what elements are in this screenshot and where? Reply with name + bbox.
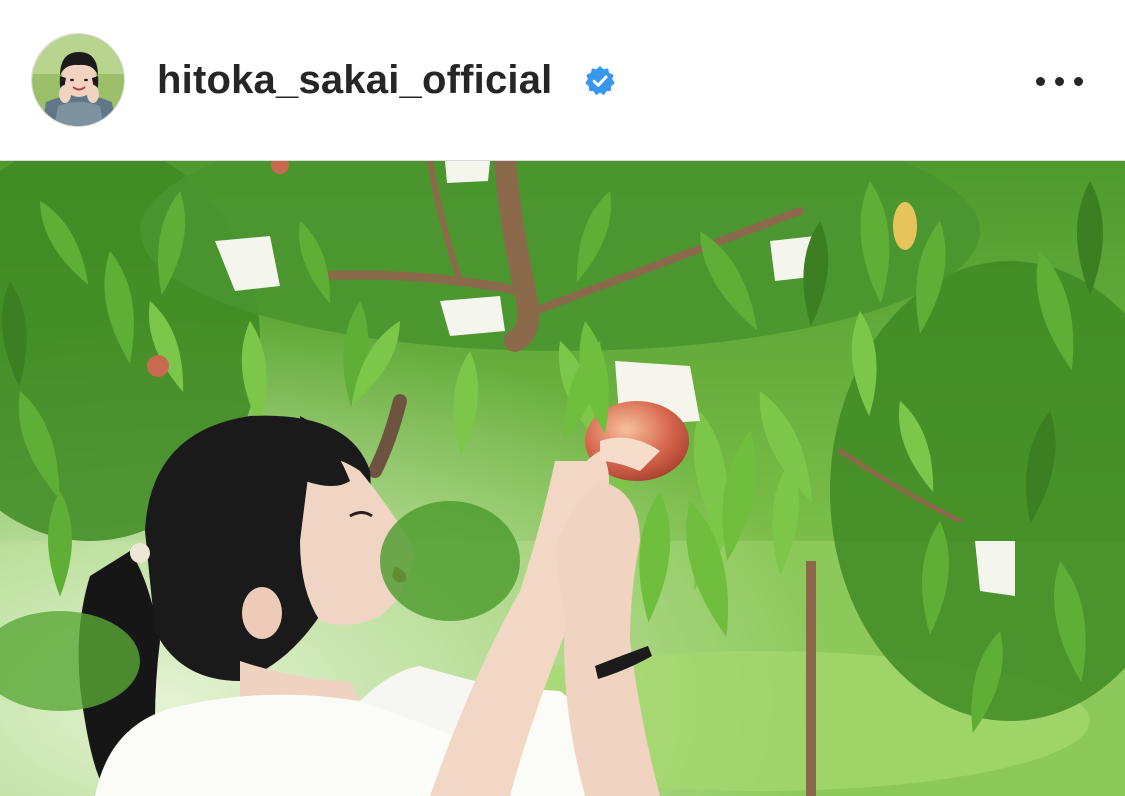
verified-badge-icon [585,66,615,96]
more-dot [1036,77,1045,86]
more-dot [1074,77,1083,86]
post-header: hitoka_sakai_official [0,0,1125,160]
author-avatar[interactable] [31,33,125,127]
instagram-post: hitoka_sakai_official [0,0,1125,796]
peach-orchard-image [0,161,1125,796]
more-dot [1055,77,1064,86]
avatar-photo [32,34,124,126]
more-options-icon[interactable] [1030,62,1090,100]
post-photo[interactable] [0,161,1125,796]
author-username[interactable]: hitoka_sakai_official [157,56,553,104]
